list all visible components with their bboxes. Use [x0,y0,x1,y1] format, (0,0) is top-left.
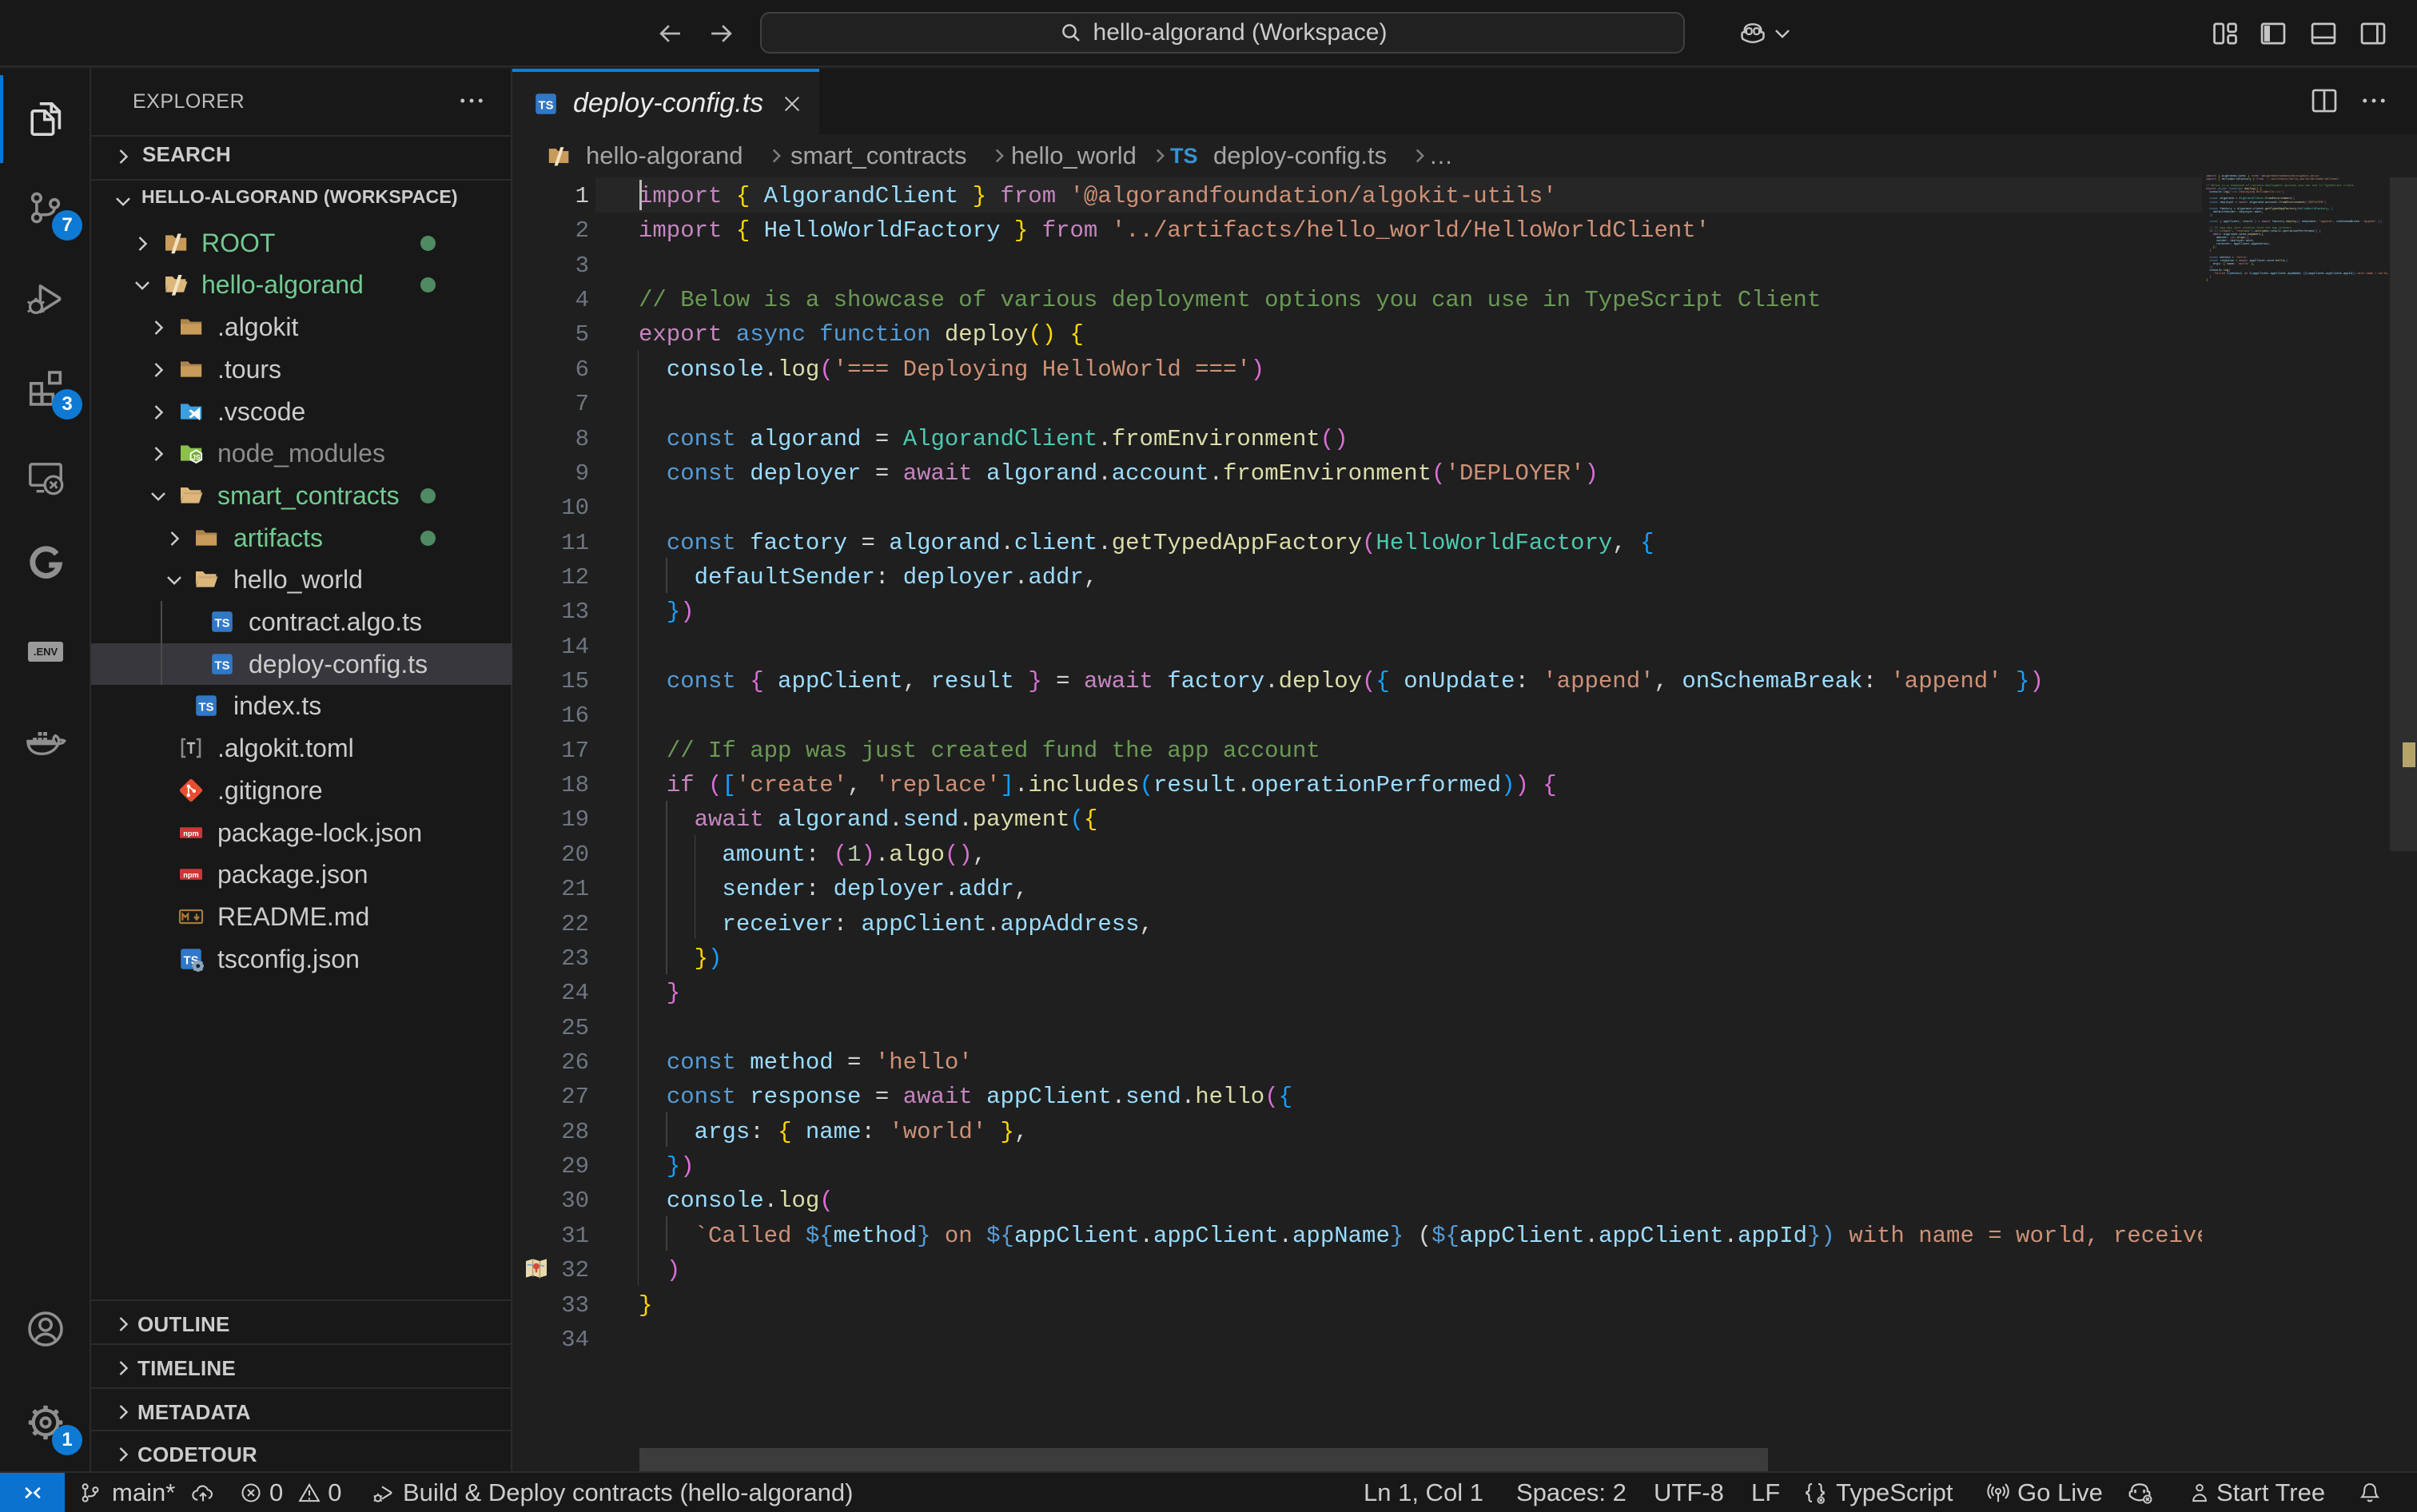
svg-text:npm: npm [183,829,198,837]
svg-text:TS: TS [199,702,214,714]
svg-text:TS: TS [539,100,554,113]
svg-text:JS: JS [192,454,201,462]
svg-text:TS: TS [215,659,230,672]
svg-text:TS: TS [215,618,230,631]
svg-text:npm: npm [183,871,198,879]
